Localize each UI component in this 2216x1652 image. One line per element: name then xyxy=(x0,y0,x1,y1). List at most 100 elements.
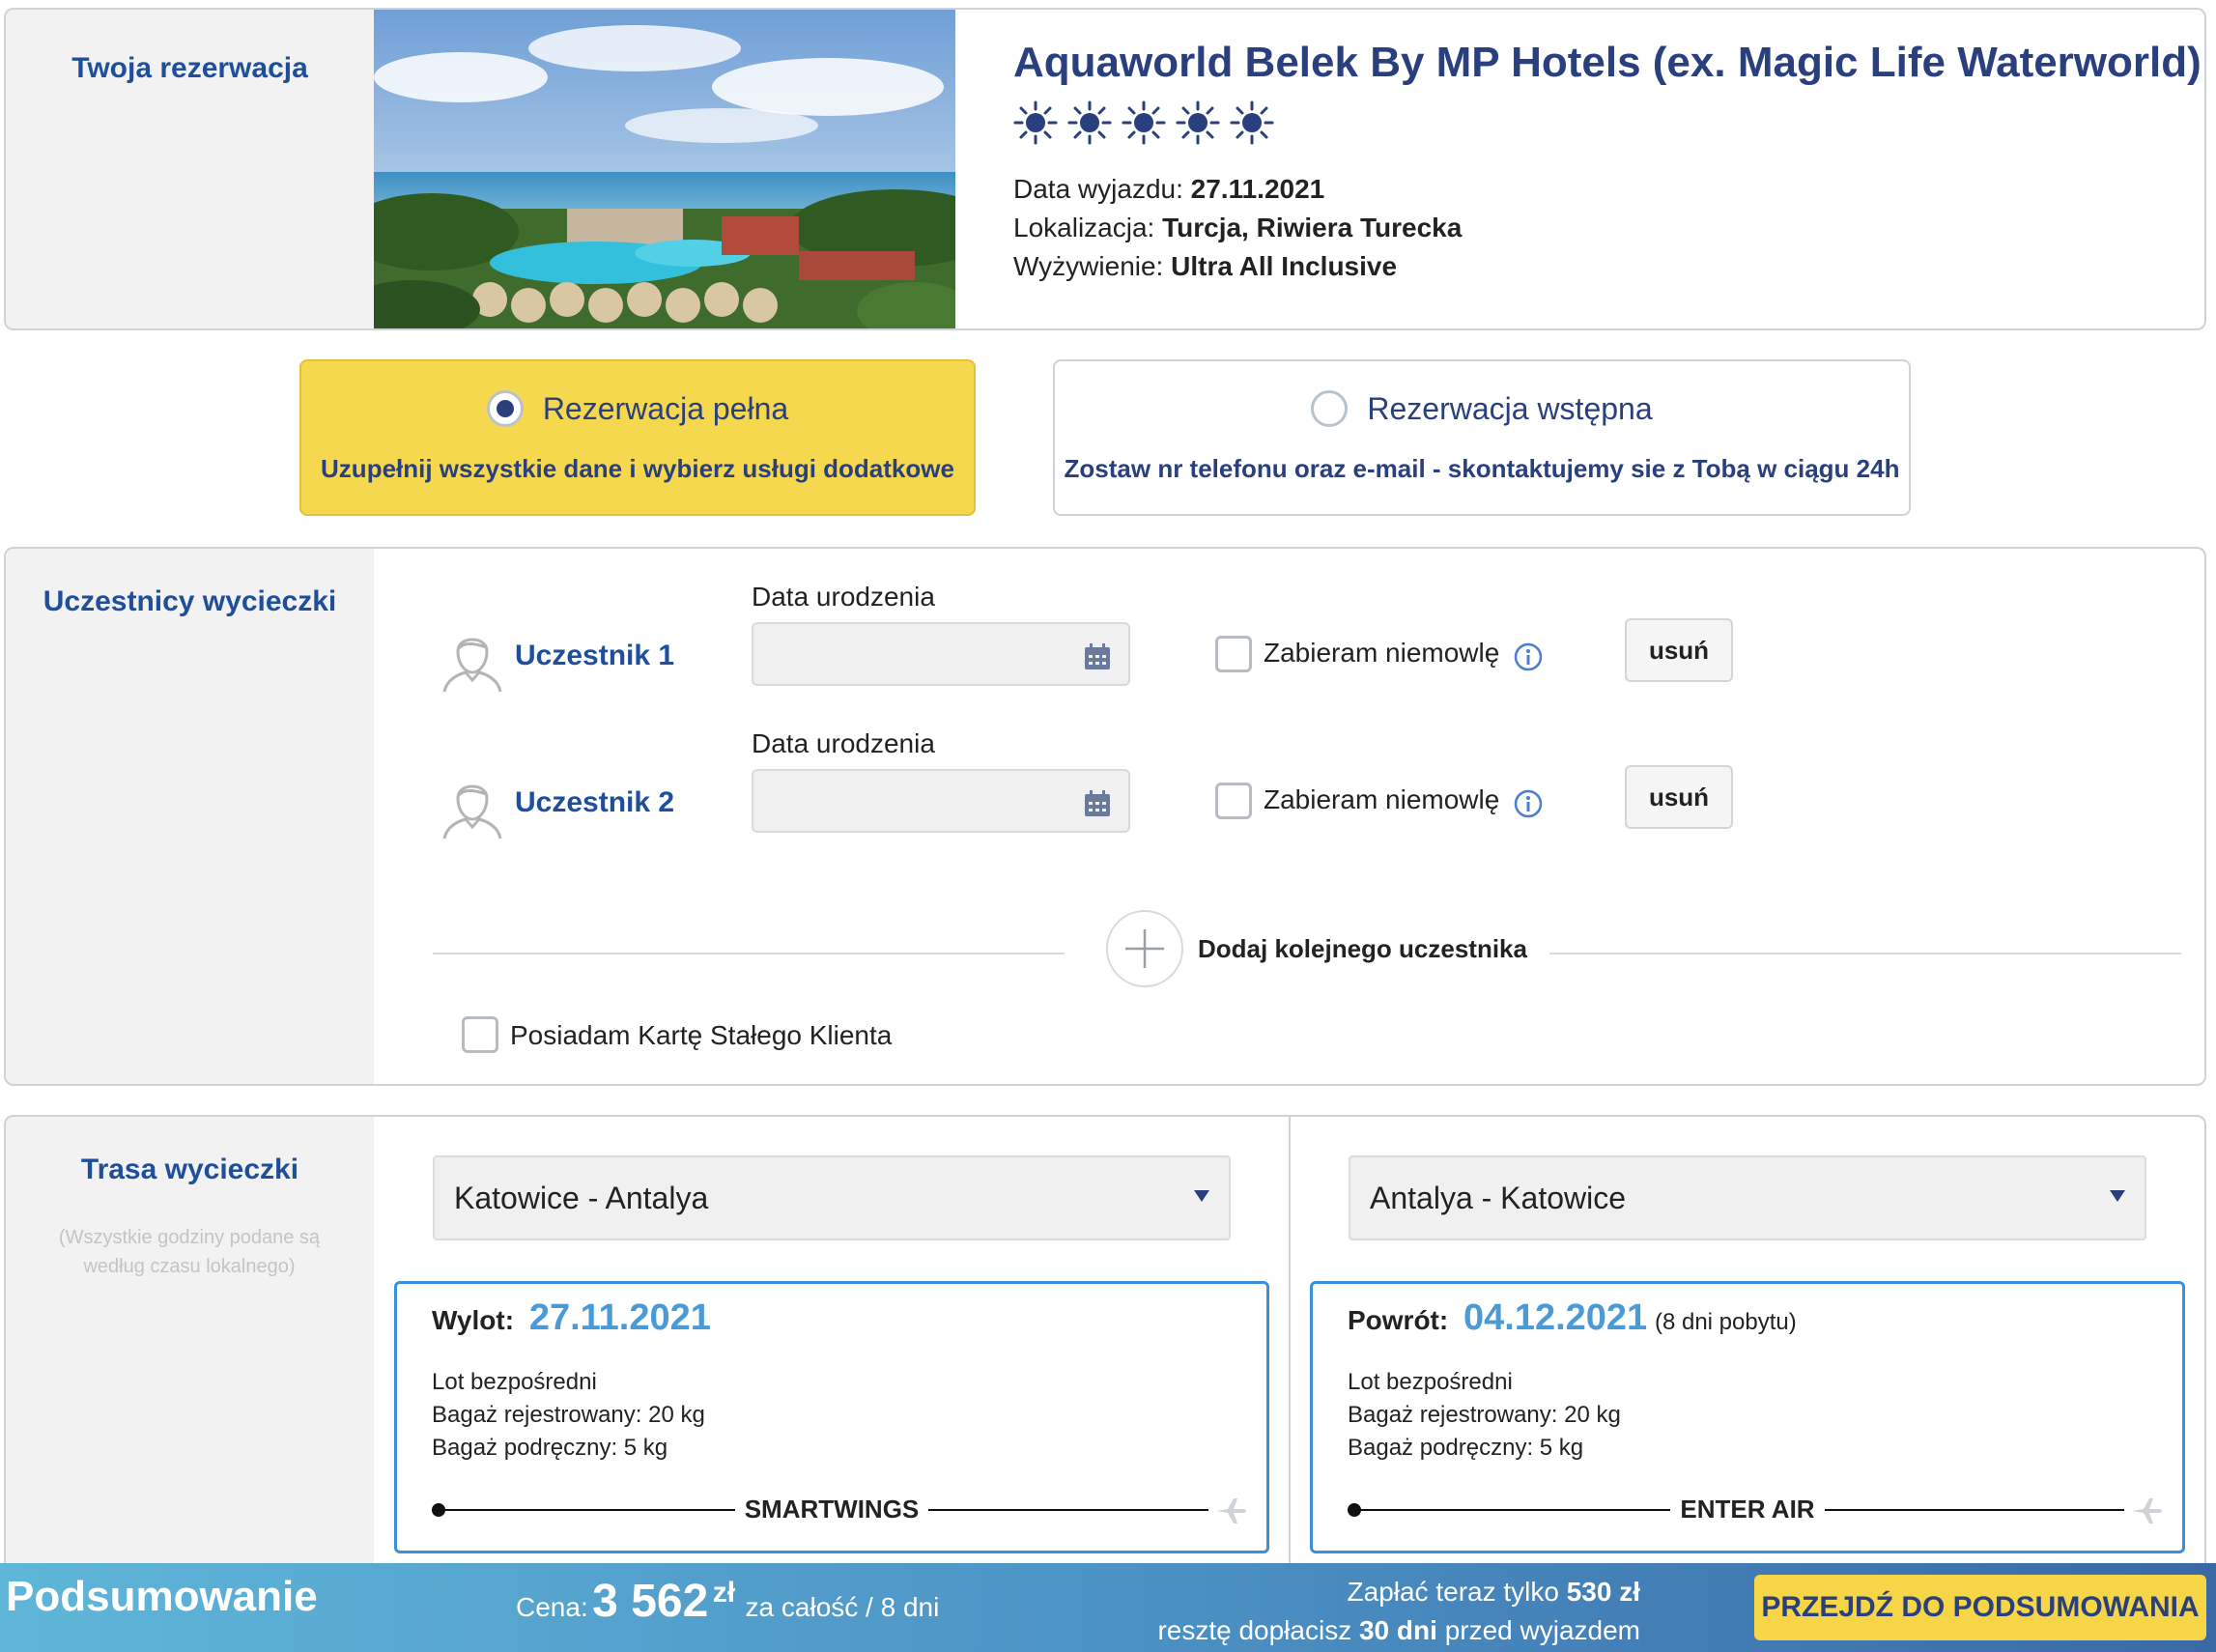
reservation-prelim-title-row: Rezerwacja wstępna xyxy=(1055,390,1909,427)
flight-info-line: Lot bezpośredni xyxy=(1348,1369,1513,1395)
plus-icon xyxy=(1125,929,1164,968)
reservation-prelim-title: Rezerwacja wstępna xyxy=(1367,390,1653,426)
rest-line: resztę dopłacisz 30 dni przed wyjazdem xyxy=(1157,1611,1640,1650)
hotel-card: Twoja rezerwacja Aquaworld Belek By MP H… xyxy=(4,8,2206,330)
participant-row: Uczestnik 1 Data urodzenia Zabieram niem… xyxy=(6,582,2204,726)
calendar-icon[interactable] xyxy=(1084,643,1111,670)
flight-info-line: Bagaż podręczny: 5 kg xyxy=(432,1435,668,1461)
go-to-summary-button[interactable]: PRZEJDŹ DO PODSUMOWANIA xyxy=(1754,1575,2206,1640)
dob-input[interactable] xyxy=(752,769,1130,833)
rest-prefix: resztę dopłacisz xyxy=(1157,1615,1352,1645)
section-title-route: Trasa wycieczki xyxy=(80,1154,299,1185)
summary-bar: Podsumowanie Cena: 3 562 zł za całość / … xyxy=(0,1563,2216,1652)
hotel-rating xyxy=(1013,100,1274,145)
hotel-photo xyxy=(374,10,955,328)
inbound-date: 04.12.2021 xyxy=(1463,1297,1648,1338)
hotel-sidebar: Twoja rezerwacja xyxy=(6,10,374,328)
calendar-icon[interactable] xyxy=(1084,790,1111,817)
radio-selected-icon[interactable] xyxy=(486,390,524,427)
infant-checkbox[interactable] xyxy=(1215,783,1252,819)
info-icon[interactable] xyxy=(1513,641,1544,672)
outbound-label: Wylot: xyxy=(432,1305,515,1335)
section-title-reservation: Twoja rezerwacja xyxy=(71,52,308,84)
reservation-prelim-desc: Zostaw nr telefonu oraz e-mail - skontak… xyxy=(1064,454,1900,483)
divider xyxy=(433,953,1065,954)
flight-track: SMARTWINGS xyxy=(432,1491,1246,1529)
divider xyxy=(1549,953,2181,954)
loyalty-card-checkbox[interactable] xyxy=(462,1016,498,1053)
price-suffix: za całość / 8 dni xyxy=(745,1592,940,1622)
sun-rating-icon xyxy=(1067,100,1112,145)
departure-value: 27.11.2021 xyxy=(1190,174,1325,204)
participant-row: Uczestnik 2 Data urodzenia Zabieram niem… xyxy=(6,728,2204,873)
dob-label: Data urodzenia xyxy=(752,728,935,758)
outbound-header: Wylot: 27.11.2021 xyxy=(432,1297,711,1339)
inbound-flight-card: Powrót: 04.12.2021 (8 dni pobytu) Lot be… xyxy=(1310,1281,2185,1553)
outbound-route-value: Katowice - Antalya xyxy=(454,1181,709,1215)
reservation-full-option[interactable]: Rezerwacja pełna Uzupełnij wszystkie dan… xyxy=(299,359,976,516)
inbound-route-select[interactable]: Antalya - Katowice xyxy=(1349,1155,2146,1240)
reservation-full-title: Rezerwacja pełna xyxy=(542,390,789,426)
carrier-name: ENTER AIR xyxy=(1348,1495,2147,1524)
loyalty-card-label: Posiadam Kartę Stałego Klienta xyxy=(510,1020,893,1050)
outbound-flight-card: Wylot: 27.11.2021 Lot bezpośredni Bagaż … xyxy=(394,1281,1269,1553)
participants-card: Uczestnicy wycieczki Uczestnik 1 Data ur… xyxy=(4,547,2206,1086)
outbound-date: 27.11.2021 xyxy=(528,1297,711,1338)
remove-participant-button[interactable]: usuń xyxy=(1625,618,1733,682)
dropdown-arrow-icon xyxy=(2110,1190,2125,1202)
user-avatar-icon xyxy=(442,784,502,840)
sun-rating-icon xyxy=(1176,100,1220,145)
payment-terms: Zapłać teraz tylko 530 zł resztę dopłaci… xyxy=(1157,1573,1640,1650)
radio-unselected-icon[interactable] xyxy=(1311,390,1349,427)
reservation-prelim-option[interactable]: Rezerwacja wstępna Zostaw nr telefonu or… xyxy=(1053,359,1911,516)
location: Lokalizacja: Turcja, Riwiera Turecka xyxy=(1013,213,1462,243)
inbound-header: Powrót: 04.12.2021 (8 dni pobytu) xyxy=(1348,1297,1797,1339)
departure-date: Data wyjazdu: 27.11.2021 xyxy=(1013,174,1324,205)
pay-now-line: Zapłać teraz tylko 530 zł xyxy=(1157,1573,1640,1611)
user-avatar-icon xyxy=(442,638,502,693)
sun-rating-icon xyxy=(1230,100,1274,145)
add-participant-button[interactable] xyxy=(1106,910,1183,987)
participant-name: Uczestnik 1 xyxy=(515,640,675,671)
summary-price: Cena: 3 562 zł za całość / 8 dni xyxy=(516,1575,939,1628)
info-icon[interactable] xyxy=(1513,788,1544,819)
flight-info-line: Lot bezpośredni xyxy=(432,1369,597,1395)
participant-name: Uczestnik 2 xyxy=(515,786,675,818)
dob-input[interactable] xyxy=(752,622,1130,686)
stay-length: (8 dni pobytu) xyxy=(1654,1309,1797,1335)
sun-rating-icon xyxy=(1122,100,1166,145)
price-label: Cena: xyxy=(516,1592,588,1622)
infant-label: Zabieram niemowlę xyxy=(1264,784,1500,814)
carrier-label: SMARTWINGS xyxy=(734,1495,929,1524)
reservation-full-title-row: Rezerwacja pełna xyxy=(301,390,974,427)
summary-title: Podsumowanie xyxy=(6,1573,318,1620)
rest-suffix: przed wyjazdem xyxy=(1444,1615,1640,1645)
price-value: 3 562 xyxy=(592,1576,709,1627)
route-time-note: (Wszystkie godziny podane są według czas… xyxy=(58,1227,321,1277)
carrier-label: ENTER AIR xyxy=(1670,1495,1825,1524)
dob-label: Data urodzenia xyxy=(752,582,935,612)
airplane-icon xyxy=(1216,1498,1246,1524)
infant-label: Zabieram niemowlę xyxy=(1264,638,1500,668)
inbound-route-value: Antalya - Katowice xyxy=(1370,1181,1627,1215)
sun-rating-icon xyxy=(1013,100,1058,145)
airplane-icon xyxy=(2132,1498,2162,1524)
outbound-route-select[interactable]: Katowice - Antalya xyxy=(433,1155,1231,1240)
location-value: Turcja, Riwiera Turecka xyxy=(1162,213,1463,242)
flight-info-line: Bagaż podręczny: 5 kg xyxy=(1348,1435,1584,1461)
flight-info-line: Bagaż rejestrowany: 20 kg xyxy=(432,1402,705,1428)
infant-checkbox[interactable] xyxy=(1215,636,1252,672)
remove-participant-button[interactable]: usuń xyxy=(1625,765,1733,829)
pay-now-prefix: Zapłać teraz tylko xyxy=(1347,1577,1559,1607)
flight-info-line: Bagaż rejestrowany: 20 kg xyxy=(1348,1402,1621,1428)
pay-now-value: 530 zł xyxy=(1566,1577,1640,1607)
dropdown-arrow-icon xyxy=(1194,1190,1209,1202)
hotel-name[interactable]: Aquaworld Belek By MP Hotels (ex. Magic … xyxy=(1013,39,2202,87)
inbound-label: Powrót: xyxy=(1348,1305,1449,1335)
departure-label: Data wyjazdu: xyxy=(1013,174,1183,204)
reservation-full-desc: Uzupełnij wszystkie dane i wybierz usług… xyxy=(321,454,954,483)
price-currency: zł xyxy=(712,1577,736,1609)
location-label: Lokalizacja: xyxy=(1013,213,1155,242)
add-participant-label[interactable]: Dodaj kolejnego uczestnika xyxy=(1198,934,1527,964)
rest-value: 30 dni xyxy=(1358,1615,1437,1645)
